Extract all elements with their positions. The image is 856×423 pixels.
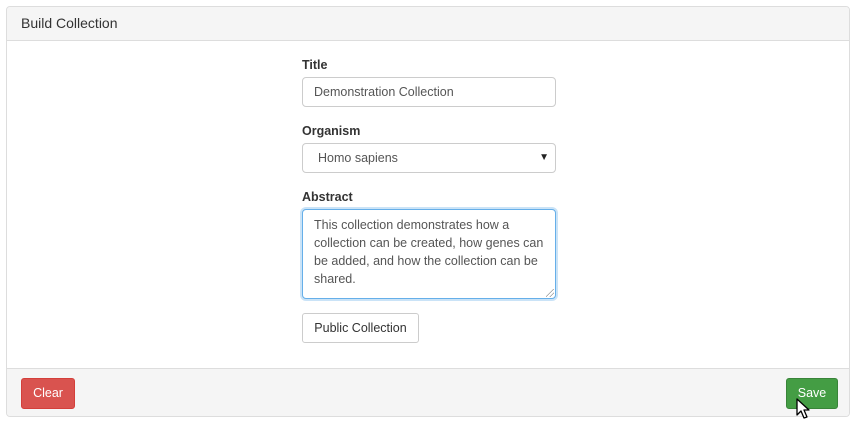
- panel-title: Build Collection: [7, 7, 849, 41]
- abstract-label: Abstract: [302, 190, 353, 204]
- resize-handle-icon[interactable]: [546, 289, 554, 297]
- abstract-textarea[interactable]: This collection demonstrates how a colle…: [302, 209, 556, 299]
- caret-down-icon: ▼: [539, 152, 549, 163]
- organism-selected-value: Homo sapiens: [318, 151, 398, 165]
- save-button[interactable]: Save: [786, 378, 838, 409]
- clear-button[interactable]: Clear: [21, 378, 75, 409]
- organism-select[interactable]: Homo sapiens ▼: [302, 143, 556, 173]
- panel-footer: Clear Save: [7, 368, 849, 416]
- abstract-text: This collection demonstrates how a colle…: [314, 218, 544, 286]
- build-collection-panel: Build Collection Title Organism Homo sap…: [6, 6, 850, 417]
- title-label: Title: [302, 58, 328, 72]
- organism-label: Organism: [302, 124, 361, 138]
- title-input[interactable]: [302, 77, 556, 107]
- public-collection-button[interactable]: Public Collection: [302, 313, 419, 343]
